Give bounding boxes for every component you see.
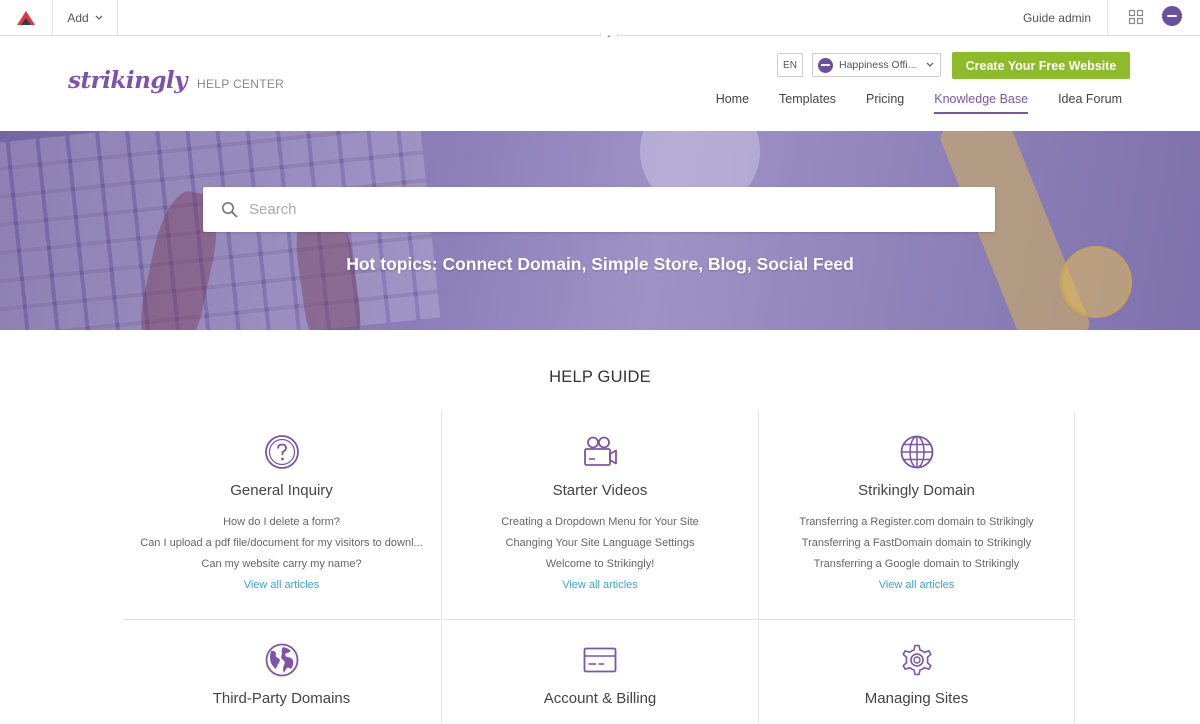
article-link[interactable]: Welcome to Strikingly! <box>442 554 758 575</box>
help-guide-title: HELP GUIDE <box>549 368 651 386</box>
category-general-inquiry: General Inquiry How do I delete a form? … <box>123 412 440 618</box>
article-link[interactable]: How do I delete a form? <box>123 512 440 533</box>
article-link[interactable]: Transferring a Google domain to Striking… <box>759 554 1074 575</box>
category-grid: General Inquiry How do I delete a form? … <box>123 412 1076 724</box>
chevron-down-icon <box>926 62 934 67</box>
hot-topics: Hot topics: Connect Domain, Simple Store… <box>346 254 854 274</box>
category-managing-sites: Managing Sites <box>758 619 1075 724</box>
account-dropdown[interactable]: Happiness Offi... <box>812 53 941 77</box>
account-avatar <box>818 57 833 73</box>
article-link[interactable]: Transferring a FastDomain domain to Stri… <box>759 533 1074 554</box>
nav-knowledge-base[interactable]: Knowledge Base <box>934 92 1029 114</box>
article-link[interactable]: Can I upload a pdf file/document for my … <box>123 533 440 554</box>
brand-link[interactable]: strikingly HELP CENTER <box>68 67 284 94</box>
add-label: Add <box>67 10 89 25</box>
category-third-party-domains: Third-Party Domains <box>123 619 440 724</box>
category-strikingly-domain: Strikingly Domain Transferring a Registe… <box>758 412 1075 618</box>
search-input[interactable] <box>249 201 949 218</box>
earth-icon[interactable] <box>264 642 300 678</box>
article-link[interactable]: Creating a Dropdown Menu for Your Site <box>442 512 758 533</box>
logo-icon <box>17 10 35 25</box>
brand-wordmark: strikingly <box>68 67 188 94</box>
view-all-articles-link[interactable]: View all articles <box>244 579 320 591</box>
search-icon <box>222 201 238 218</box>
article-link[interactable]: Changing Your Site Language Settings <box>442 533 758 554</box>
category-title[interactable]: Managing Sites <box>759 690 1074 707</box>
account-name: Happiness Offi... <box>839 59 917 71</box>
create-website-button[interactable]: Create Your Free Website <box>952 52 1130 79</box>
view-all-articles-link[interactable]: View all articles <box>879 579 955 591</box>
credit-card-icon[interactable] <box>582 642 618 678</box>
nav-home[interactable]: Home <box>716 92 749 114</box>
site-header: strikingly HELP CENTER EN Happiness Offi… <box>0 37 1200 131</box>
chevron-down-icon <box>95 15 103 20</box>
category-title[interactable]: General Inquiry <box>123 482 440 499</box>
nav-idea-forum[interactable]: Idea Forum <box>1058 92 1122 114</box>
globe-icon[interactable] <box>899 434 935 470</box>
category-title[interactable]: Account & Billing <box>442 690 758 707</box>
main-nav: Home Templates Pricing Knowledge Base Id… <box>716 92 1122 114</box>
search-box[interactable] <box>203 187 995 232</box>
language-selector[interactable]: EN <box>777 53 803 77</box>
user-avatar[interactable] <box>1162 6 1182 26</box>
article-link[interactable]: Transferring a Register.com domain to St… <box>759 512 1074 533</box>
view-all-articles-link[interactable]: View all articles <box>562 579 638 591</box>
category-account-billing: Account & Billing <box>441 619 758 724</box>
category-starter-videos: Starter Videos Creating a Dropdown Menu … <box>441 412 758 618</box>
video-camera-icon[interactable] <box>582 434 618 470</box>
apps-grid-icon[interactable] <box>1128 9 1144 25</box>
article-link[interactable]: Can my website carry my name? <box>123 554 440 575</box>
nav-templates[interactable]: Templates <box>779 92 836 114</box>
brand-subtitle: HELP CENTER <box>197 77 285 91</box>
question-circle-icon[interactable] <box>264 434 300 470</box>
hero-banner: Hot topics: Connect Domain, Simple Store… <box>0 131 1200 330</box>
admin-name-link[interactable]: Guide admin <box>1023 0 1108 35</box>
nav-pricing[interactable]: Pricing <box>866 92 904 114</box>
admin-toolbar: Add Guide admin <box>0 0 1200 36</box>
zendesk-logo[interactable] <box>0 0 53 35</box>
category-title[interactable]: Third-Party Domains <box>123 690 440 707</box>
gear-icon[interactable] <box>899 642 935 678</box>
category-title[interactable]: Strikingly Domain <box>759 482 1074 499</box>
add-menu-button[interactable]: Add <box>53 0 118 35</box>
category-title[interactable]: Starter Videos <box>442 482 758 499</box>
